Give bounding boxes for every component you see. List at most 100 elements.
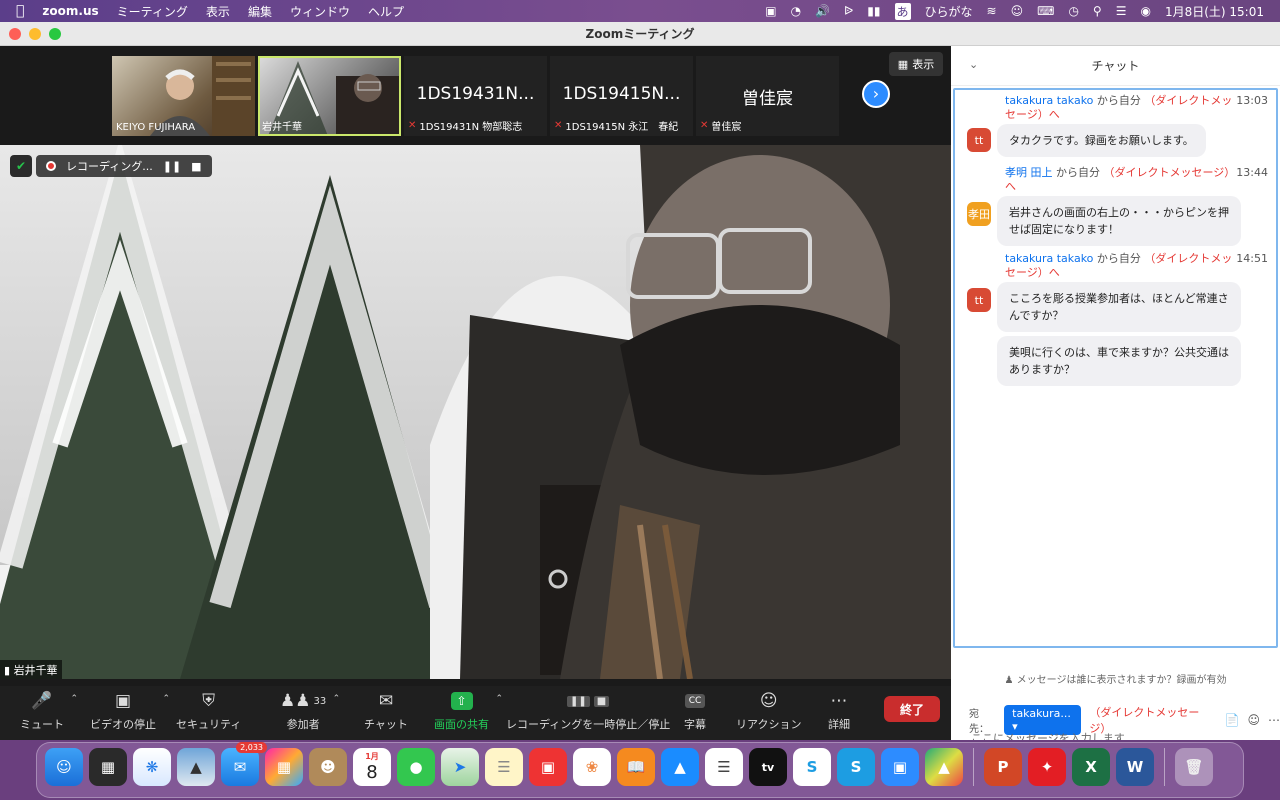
stop-recording-icon[interactable]: ■ bbox=[191, 160, 201, 173]
chevron-up-icon[interactable]: ⌃ bbox=[333, 694, 341, 704]
menu-view[interactable]: 表示 bbox=[206, 3, 230, 20]
photo-booth-icon[interactable]: ▣ bbox=[529, 748, 567, 786]
zoom-window-button[interactable] bbox=[49, 28, 61, 40]
message-bubble[interactable]: タカクラです。録画をお願いします。 bbox=[997, 124, 1206, 157]
participant-tile[interactable]: 曽佳宸 ✕ 曽佳宸 bbox=[696, 56, 839, 136]
message-sender[interactable]: takakura takako bbox=[1005, 94, 1093, 107]
participant-tile[interactable]: 1DS19415N... ✕ 1DS19415N 永江 春紀 bbox=[550, 56, 693, 136]
end-meeting-button[interactable]: 終了 bbox=[884, 696, 940, 722]
mute-button[interactable]: 🎤 ミュート ⌃ bbox=[20, 690, 78, 732]
maps-icon[interactable]: ➤ bbox=[441, 748, 479, 786]
finder-icon[interactable]: ☺ bbox=[45, 748, 83, 786]
drive-icon[interactable]: ▲ bbox=[925, 748, 963, 786]
chat-messages[interactable]: takakura takako から自分 （ダイレクトメッセージ）へ 13:03… bbox=[953, 88, 1278, 648]
next-page-arrow-icon[interactable]: › bbox=[862, 80, 890, 108]
menu-edit[interactable]: 編集 bbox=[248, 3, 272, 20]
control-center-icon[interactable]: ☰ bbox=[1116, 4, 1127, 18]
message-sender[interactable]: 孝明 田上 bbox=[1005, 166, 1053, 179]
more-button[interactable]: ⋯ 詳細 bbox=[828, 690, 850, 732]
stop-video-button[interactable]: ▣ ビデオの停止 ⌃ bbox=[90, 690, 170, 732]
siri-icon[interactable]: ◉ bbox=[1140, 4, 1150, 18]
participant-name: 曽佳宸 bbox=[711, 122, 742, 133]
input-mode-icon[interactable]: あ bbox=[894, 2, 911, 20]
mail-icon[interactable]: ✉ 2,033 bbox=[221, 742, 267, 786]
battery-icon[interactable]: ▮▮ bbox=[867, 4, 880, 18]
recording-status[interactable]: レコーディング... ❚❚ ■ bbox=[36, 155, 212, 177]
chevron-up-icon[interactable]: ⌃ bbox=[495, 694, 503, 704]
security-button[interactable]: ⛨ セキュリティ bbox=[176, 690, 241, 732]
menu-help[interactable]: ヘルプ bbox=[368, 3, 404, 20]
bluetooth-icon[interactable]: ᐉ bbox=[844, 4, 853, 18]
input-mode-label[interactable]: ひらがな bbox=[925, 3, 973, 20]
chat-visibility-notice[interactable]: ♟ メッセージは誰に表示されますか？録画が有効 bbox=[951, 671, 1280, 686]
participant-name: 1DS19431N 物部聡志 bbox=[419, 122, 523, 133]
calendar-icon[interactable]: 1月 8 bbox=[353, 748, 391, 786]
participant-name: 岩井千華 bbox=[262, 122, 302, 133]
menu-clock[interactable]: 1月8日(土) 15:01 bbox=[1165, 3, 1264, 20]
chat-panel: ⌄ チャット takakura takako から自分 （ダイレクトメッセージ）… bbox=[951, 46, 1280, 740]
chevron-up-icon[interactable]: ⌃ bbox=[70, 694, 78, 704]
message-bubble[interactable]: 美唄に行くのは、車で来ますか？公共交通はありますか？ bbox=[997, 336, 1241, 386]
message-bubble[interactable]: 岩井さんの画面の右上の・・・からピンを押せば固定になります！ bbox=[997, 196, 1241, 246]
preview-icon[interactable]: ▲ bbox=[177, 748, 215, 786]
trend-micro-icon[interactable]: ✦ bbox=[1028, 748, 1066, 786]
contacts-icon[interactable]: ☻ bbox=[309, 748, 347, 786]
close-window-button[interactable] bbox=[9, 28, 21, 40]
chevron-up-icon[interactable]: ⌃ bbox=[162, 694, 170, 704]
person-icon: ♟ bbox=[1004, 675, 1014, 686]
menu-window[interactable]: ウィンドウ bbox=[290, 3, 350, 20]
notes-icon[interactable]: ☰ bbox=[485, 748, 523, 786]
excel-icon[interactable]: X bbox=[1072, 748, 1110, 786]
messages-icon[interactable]: ● bbox=[397, 748, 435, 786]
reactions-button[interactable]: ☺ リアクション bbox=[736, 690, 801, 732]
participant-tile[interactable]: KEIYO FUJIHARA bbox=[112, 56, 255, 136]
mission-control-icon[interactable]: ▦ bbox=[89, 748, 127, 786]
word-icon[interactable]: W bbox=[1116, 748, 1154, 786]
zoom-status-icon[interactable]: ▣ bbox=[765, 4, 776, 18]
message-sender[interactable]: takakura takako bbox=[1005, 252, 1093, 265]
captions-icon: CC bbox=[684, 690, 706, 712]
volume-icon[interactable]: 🔊 bbox=[815, 4, 830, 18]
message-header: takakura takako から自分 （ダイレクトメッセージ）へ bbox=[1005, 94, 1233, 121]
skype-icon[interactable]: S bbox=[793, 748, 831, 786]
captions-button[interactable]: CC 字幕 bbox=[684, 690, 706, 732]
focus-icon[interactable]: ◔ bbox=[791, 4, 801, 18]
participant-tile[interactable]: 1DS19431N... ✕ 1DS19431N 物部聡志 bbox=[404, 56, 547, 136]
ellipsis-icon[interactable]: ⋯ bbox=[1268, 713, 1280, 727]
participants-button[interactable]: ♟♟ 33 参加者 ⌃ bbox=[280, 690, 340, 732]
trash-icon[interactable]: 🗑 bbox=[1175, 748, 1213, 786]
chat-button[interactable]: ✉ チャット bbox=[364, 690, 408, 732]
spotlight-icon[interactable]: ⚲ bbox=[1093, 4, 1102, 18]
chevron-down-icon[interactable]: ⌄ bbox=[969, 58, 978, 71]
reminders-icon[interactable]: ☰ bbox=[705, 748, 743, 786]
recording-pause-stop-button[interactable]: ❚❚ ■ レコーディングを一時停止／停止 bbox=[506, 690, 670, 732]
file-icon[interactable]: 📄 bbox=[1225, 713, 1240, 727]
chat-message-input[interactable]: ここにメッセージを入力します... bbox=[971, 730, 1135, 740]
powerpoint-icon[interactable]: P bbox=[984, 748, 1022, 786]
participant-display-name: 1DS19415N... bbox=[562, 84, 681, 104]
wifi-icon[interactable]: ≋ bbox=[987, 4, 997, 18]
share-screen-button[interactable]: ⇧ 画面の共有 ⌃ bbox=[434, 690, 503, 732]
launchpad-icon[interactable]: ▦ bbox=[265, 748, 303, 786]
safari-icon[interactable]: ❋ bbox=[133, 748, 171, 786]
message-header: takakura takako から自分 （ダイレクトメッセージ）へ bbox=[1005, 252, 1233, 279]
skype-business-icon[interactable]: S bbox=[837, 748, 875, 786]
view-button[interactable]: ▦ 表示 bbox=[889, 52, 943, 76]
books-icon[interactable]: 📖 bbox=[617, 748, 655, 786]
message-bubble[interactable]: こころを彫る授業参加者は、ほとんど常連さんですか？ bbox=[997, 282, 1241, 332]
zoom-icon[interactable]: ▣ bbox=[881, 748, 919, 786]
minimize-window-button[interactable] bbox=[29, 28, 41, 40]
user-icon[interactable]: ☺ bbox=[1011, 4, 1024, 18]
pause-recording-icon[interactable]: ❚❚ bbox=[163, 160, 181, 173]
keyboard-icon[interactable]: ⌨ bbox=[1037, 4, 1054, 18]
photos-icon[interactable]: ❀ bbox=[573, 748, 611, 786]
apple-icon[interactable]:  bbox=[16, 3, 24, 19]
time-machine-icon[interactable]: ◷ bbox=[1068, 4, 1078, 18]
shield-icon[interactable]: ✔ bbox=[10, 155, 32, 177]
apple-tv-icon[interactable]: tv bbox=[749, 748, 787, 786]
participant-tile-active[interactable]: 岩井千華 bbox=[258, 56, 401, 136]
menu-app-name[interactable]: zoom.us bbox=[42, 4, 98, 18]
menu-meeting[interactable]: ミーティング bbox=[117, 3, 188, 20]
emoji-icon[interactable]: ☺ bbox=[1247, 713, 1260, 727]
app-store-icon[interactable]: ▲ bbox=[661, 748, 699, 786]
